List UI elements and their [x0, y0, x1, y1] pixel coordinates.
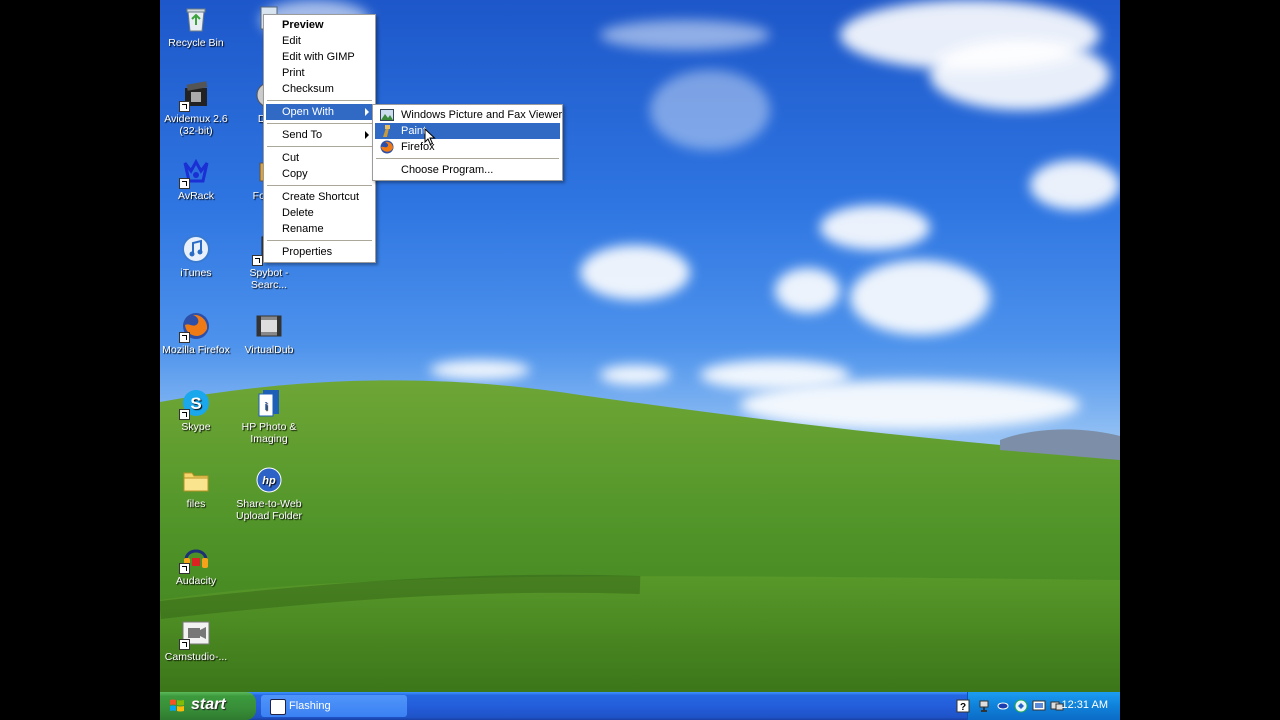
- menu-separator: [267, 185, 372, 186]
- icon-label: Camstudio-...: [164, 651, 228, 663]
- screen: Recycle Bin Avidemux 2.6 (32-bit) AvRack…: [160, 0, 1120, 720]
- network-icon[interactable]: [978, 699, 992, 713]
- icon-label: Share-to-Web Upload Folder: [236, 498, 302, 522]
- menu-separator: [267, 240, 372, 241]
- recycle-bin-icon: [181, 4, 211, 34]
- menu-separator: [267, 146, 372, 147]
- menu-item-windows-picture-viewer[interactable]: Windows Picture and Fax Viewer: [375, 107, 563, 123]
- system-tray: ? 12:31 AM: [956, 692, 1120, 720]
- menu-item-create-shortcut[interactable]: Create Shortcut: [266, 189, 373, 205]
- submenu-arrow-icon: [365, 108, 369, 116]
- menu-item-label: Windows Picture and Fax Viewer: [401, 109, 563, 121]
- virtualdub-icon: [254, 311, 284, 341]
- menu-item-delete[interactable]: Delete: [266, 205, 373, 221]
- start-label: start: [191, 696, 226, 713]
- taskbar-item-label: Flashing: [289, 700, 331, 712]
- taskbar: start Flashing ? 12:31 AM: [160, 692, 1120, 720]
- menu-item-edit-with-gimp[interactable]: Edit with GIMP: [266, 49, 373, 65]
- firefox-icon: [179, 311, 211, 343]
- icon-label: AvRack: [178, 190, 214, 202]
- context-menu: Preview Edit Edit with GIMP Print Checks…: [263, 14, 376, 263]
- menu-separator: [376, 158, 559, 159]
- picture-viewer-icon: [380, 108, 394, 122]
- menu-item-preview[interactable]: Preview: [266, 17, 373, 33]
- avidemux-icon: [179, 80, 211, 112]
- menu-item-firefox[interactable]: Firefox: [375, 139, 560, 155]
- menu-item-rename[interactable]: Rename: [266, 221, 373, 237]
- menu-item-choose-program[interactable]: Choose Program...: [375, 162, 560, 178]
- svg-text:S: S: [190, 394, 201, 413]
- desktop-icon-itunes[interactable]: iTunes: [160, 234, 233, 279]
- hp-share-icon: hp: [254, 465, 284, 495]
- menu-item-send-to[interactable]: Send To: [266, 127, 373, 143]
- hp-photo-icon: i: [254, 388, 284, 418]
- menu-item-label: Open With: [282, 106, 334, 118]
- icon-label: Mozilla Firefox: [162, 344, 230, 356]
- itunes-icon: [181, 234, 211, 264]
- icon-label: Audacity: [175, 575, 217, 587]
- desktop-icon-recycle-bin[interactable]: Recycle Bin: [160, 4, 233, 49]
- desktop-icon-avrack[interactable]: AvRack: [160, 157, 233, 202]
- menu-item-label: Send To: [282, 129, 323, 141]
- icon-label: iTunes: [180, 267, 212, 279]
- menu-item-label: Paint: [401, 125, 427, 137]
- menu-item-paint[interactable]: Paint: [375, 123, 560, 139]
- svg-text:hp: hp: [262, 475, 276, 487]
- desktop-icon-firefox[interactable]: Mozilla Firefox: [160, 311, 233, 356]
- security-icon[interactable]: [996, 699, 1010, 713]
- menu-item-open-with[interactable]: Open With: [266, 104, 373, 120]
- window-icon: [270, 699, 286, 715]
- menu-item-print[interactable]: Print: [266, 65, 373, 81]
- help-icon[interactable]: ?: [956, 699, 970, 713]
- icon-label: VirtualDub: [244, 344, 294, 356]
- icon-label: Recycle Bin: [168, 37, 224, 49]
- paint-icon: [380, 124, 394, 138]
- menu-item-cut[interactable]: Cut: [266, 150, 373, 166]
- open-with-submenu: Windows Picture and Fax Viewer Paint Fir…: [372, 104, 563, 181]
- menu-separator: [267, 123, 372, 124]
- icon-label: files: [186, 498, 206, 510]
- icon-label: Skype: [181, 421, 211, 433]
- volume-icon[interactable]: [1014, 699, 1028, 713]
- menu-item-copy[interactable]: Copy: [266, 166, 373, 182]
- monitor-icon[interactable]: [1032, 699, 1046, 713]
- desktop-icon-avidemux[interactable]: Avidemux 2.6 (32-bit): [160, 80, 233, 137]
- camstudio-icon: [179, 618, 211, 650]
- desktop-icon-files[interactable]: files: [160, 465, 233, 510]
- menu-item-edit[interactable]: Edit: [266, 33, 373, 49]
- windows-flag-icon: [170, 699, 184, 712]
- audacity-icon: [179, 542, 211, 574]
- desktop-icon-hp-share[interactable]: hp Share-to-Web Upload Folder: [232, 465, 306, 522]
- folder-icon: [181, 465, 211, 495]
- submenu-arrow-icon: [365, 131, 369, 139]
- desktop-icon-hp-photo[interactable]: i HP Photo & Imaging: [232, 388, 306, 445]
- clock[interactable]: 12:31 AM: [1062, 699, 1108, 711]
- avrack-icon: [179, 157, 211, 189]
- icon-label: HP Photo & Imaging: [241, 421, 297, 445]
- menu-item-properties[interactable]: Properties: [266, 244, 373, 260]
- desktop-icon-skype[interactable]: S Skype: [160, 388, 233, 433]
- skype-icon: S: [179, 388, 211, 420]
- taskbar-item-flashing[interactable]: Flashing: [261, 695, 407, 717]
- desktop-icon-virtualdub[interactable]: VirtualDub: [232, 311, 306, 356]
- menu-item-checksum[interactable]: Checksum: [266, 81, 373, 97]
- svg-text:?: ?: [960, 702, 966, 713]
- icon-label: Avidemux 2.6 (32-bit): [164, 113, 228, 137]
- mouse-cursor-icon: [424, 128, 436, 146]
- firefox-icon: [380, 140, 394, 154]
- desktop-icon-audacity[interactable]: Audacity: [160, 542, 233, 587]
- menu-separator: [267, 100, 372, 101]
- start-button[interactable]: start: [160, 692, 256, 720]
- desktop-icon-camstudio[interactable]: Camstudio-...: [160, 618, 233, 663]
- svg-text:i: i: [264, 401, 267, 413]
- icon-label: Spybot - Searc...: [249, 267, 289, 291]
